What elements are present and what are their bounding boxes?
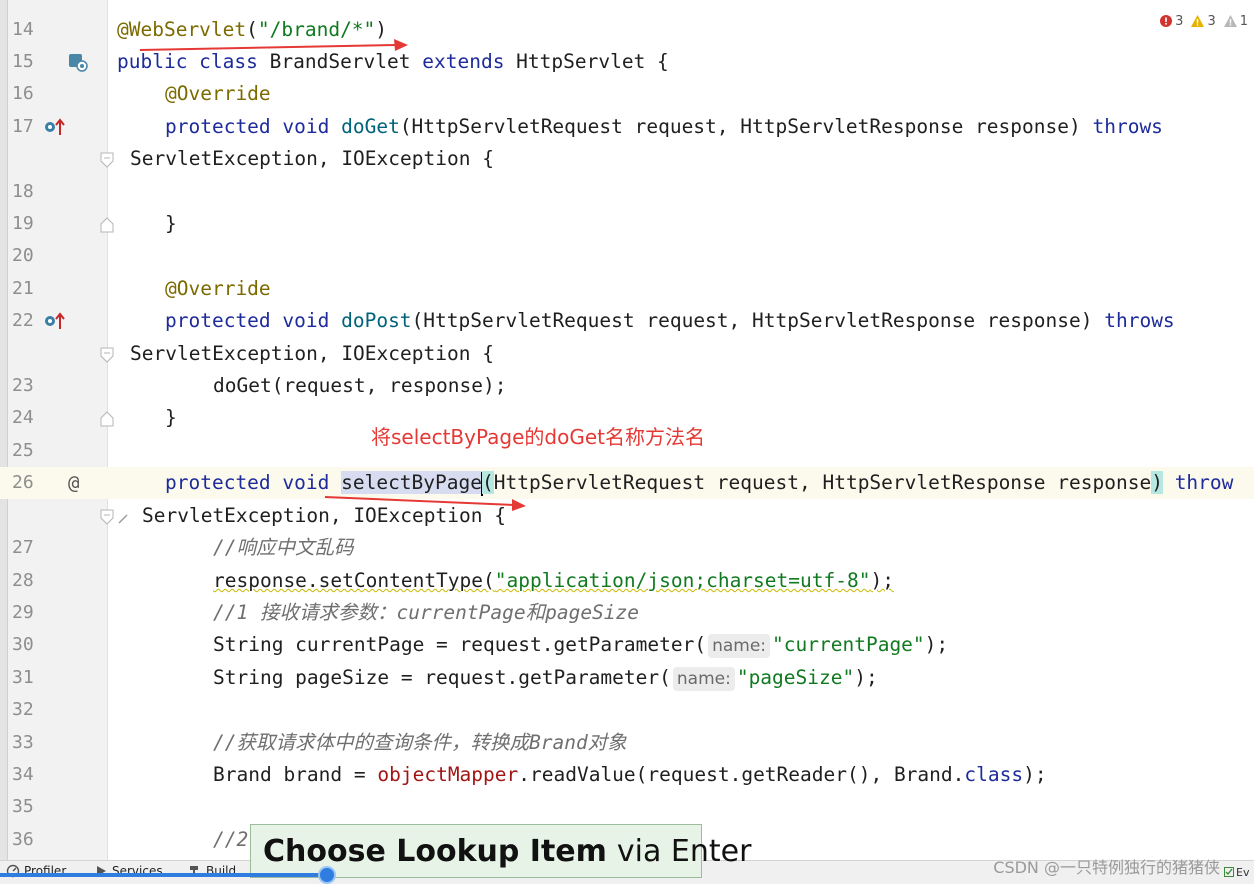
lookup-tooltip: Choose Lookup Item via Enter — [250, 824, 751, 878]
tooltip-rest-text: via Enter — [616, 833, 752, 869]
event-log-label: Ev — [1236, 865, 1250, 879]
annotation-arrows — [139, 39, 526, 511]
tooltip-bold-text: Choose Lookup Item — [263, 833, 607, 869]
annotation-arrow-top — [139, 39, 408, 51]
annotation-arrow-bottom — [324, 496, 526, 511]
progress-bar — [0, 873, 330, 877]
code-editor[interactable]: 3 3 1 14 @WebServlet("/brand/*") 15 publ… — [0, 0, 1254, 860]
event-log-icon — [1224, 867, 1234, 877]
watermark: CSDN @一只特例独行的猪猪侠 — [993, 858, 1220, 877]
progress-knob[interactable] — [318, 866, 336, 884]
event-log-tab[interactable]: Ev — [1224, 860, 1254, 884]
